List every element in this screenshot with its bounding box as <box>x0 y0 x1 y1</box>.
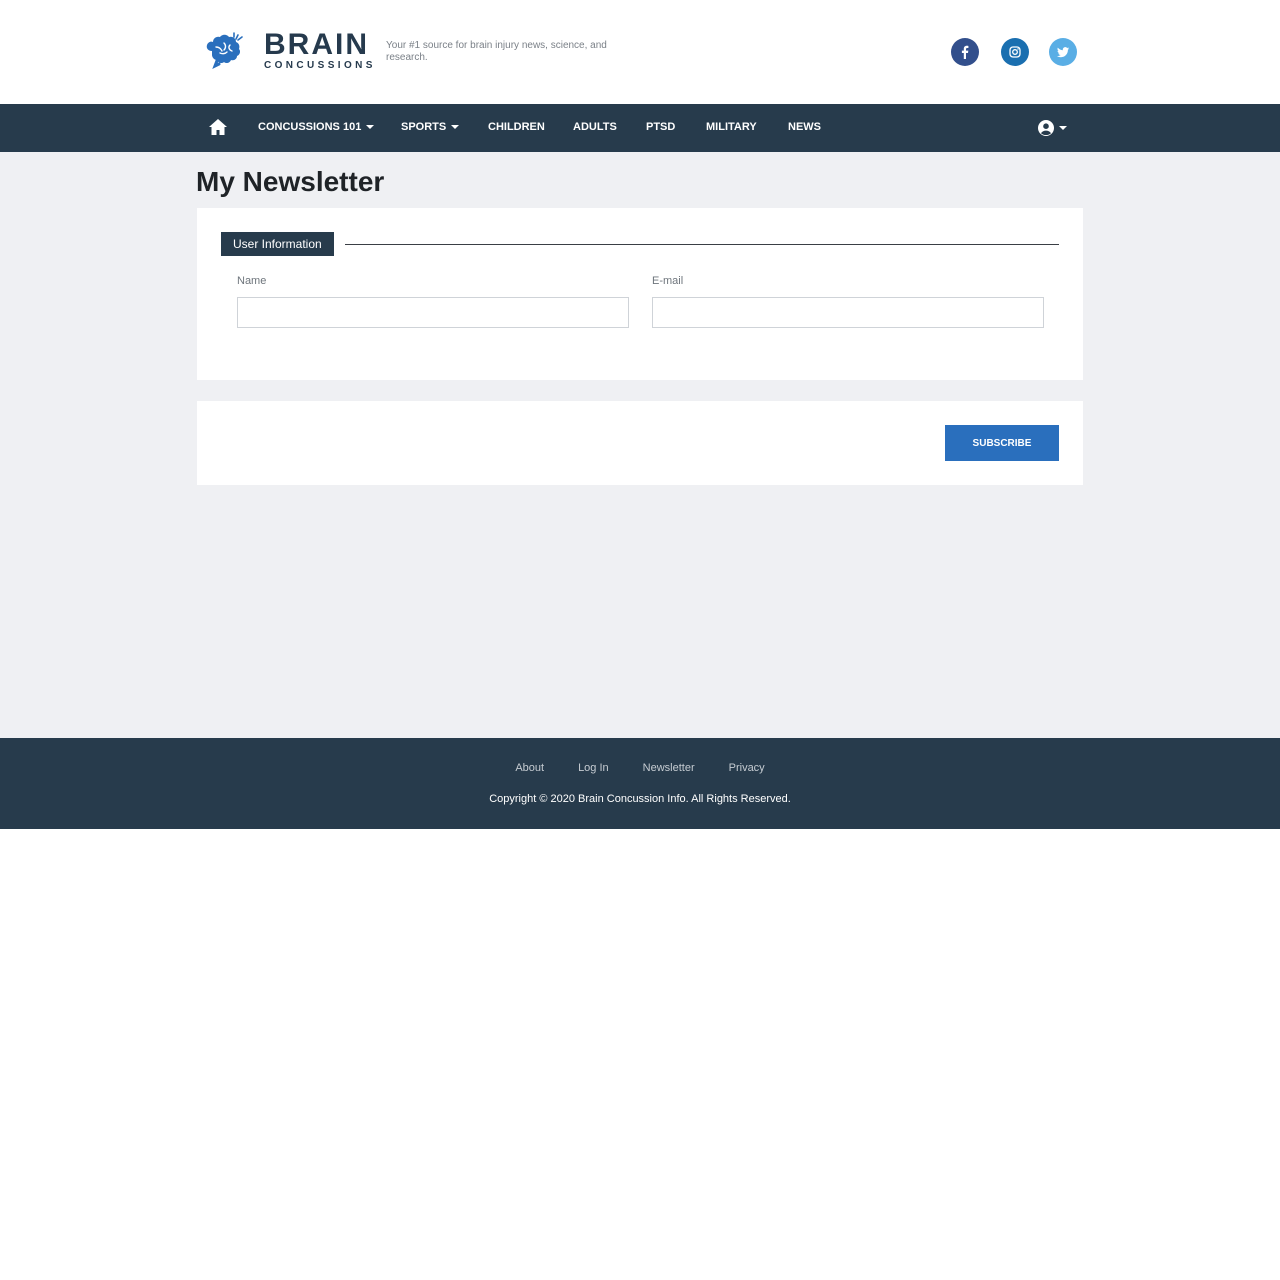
footer-link-privacy[interactable]: Privacy <box>729 762 765 774</box>
email-input[interactable] <box>652 297 1044 328</box>
nav-home-link[interactable] <box>208 118 228 136</box>
subscribe-card: SUBSCRIBE <box>197 401 1083 485</box>
nav-item-concussions-101[interactable]: CONCUSSIONS 101 <box>258 121 375 133</box>
site-tagline: Your #1 source for brain injury news, sc… <box>386 40 607 63</box>
nav-item-label: MILITARY <box>706 121 757 133</box>
brain-logo-icon <box>206 32 243 70</box>
copyright-text: Copyright © 2020 Brain Concussion Info. … <box>489 793 791 805</box>
logo-subtitle: CONCUSSIONS <box>264 60 376 71</box>
footer-links: About Log In Newsletter Privacy <box>0 762 1280 774</box>
page-title: My Newsletter <box>196 166 385 197</box>
subscribe-button[interactable]: SUBSCRIBE <box>945 425 1059 461</box>
logo-title: BRAIN <box>264 28 369 61</box>
instagram-link[interactable] <box>1001 38 1029 66</box>
nav-item-label: NEWS <box>788 121 821 133</box>
section-divider <box>345 244 1059 245</box>
facebook-link[interactable] <box>951 38 979 66</box>
caret-down-icon <box>451 125 460 129</box>
nav-item-label: SPORTS <box>401 121 447 133</box>
nav-item-label: ADULTS <box>573 121 617 133</box>
user-information-card: User Information Name E-mail <box>197 208 1083 380</box>
main-navbar: CONCUSSIONS 101 SPORTS CHILDREN ADULTS P… <box>0 104 1280 152</box>
footer-link-login[interactable]: Log In <box>578 762 609 774</box>
facebook-icon <box>961 45 969 59</box>
twitter-icon <box>1057 47 1069 58</box>
nav-item-label: CHILDREN <box>488 121 545 133</box>
instagram-icon <box>1009 46 1021 58</box>
site-footer: About Log In Newsletter Privacy Copyrigh… <box>0 738 1280 829</box>
footer-link-newsletter[interactable]: Newsletter <box>643 762 695 774</box>
nav-item-ptsd[interactable]: PTSD <box>646 121 675 133</box>
name-label: Name <box>237 275 267 287</box>
nav-item-news[interactable]: NEWS <box>788 121 821 133</box>
site-header: BRAIN CONCUSSIONS Your #1 source for bra… <box>0 0 1280 104</box>
email-label: E-mail <box>652 275 684 287</box>
nav-item-children[interactable]: CHILDREN <box>488 121 545 133</box>
site-logo[interactable]: BRAIN CONCUSSIONS <box>204 30 376 72</box>
twitter-link[interactable] <box>1049 38 1077 66</box>
user-menu-toggle[interactable] <box>1038 120 1067 136</box>
home-icon <box>209 119 227 135</box>
name-input[interactable] <box>237 297 629 328</box>
footer-link-about[interactable]: About <box>515 762 544 774</box>
main-content: My Newsletter User Information Name E-ma… <box>0 152 1280 738</box>
caret-down-icon <box>366 125 375 129</box>
nav-item-adults[interactable]: ADULTS <box>573 121 617 133</box>
nav-item-label: PTSD <box>646 121 676 133</box>
user-circle-icon <box>1038 120 1054 136</box>
nav-item-military[interactable]: MILITARY <box>706 121 757 133</box>
caret-down-icon <box>1059 126 1067 130</box>
section-label: User Information <box>221 232 334 256</box>
nav-item-label: CONCUSSIONS 101 <box>258 121 362 133</box>
nav-item-sports[interactable]: SPORTS <box>401 121 460 133</box>
